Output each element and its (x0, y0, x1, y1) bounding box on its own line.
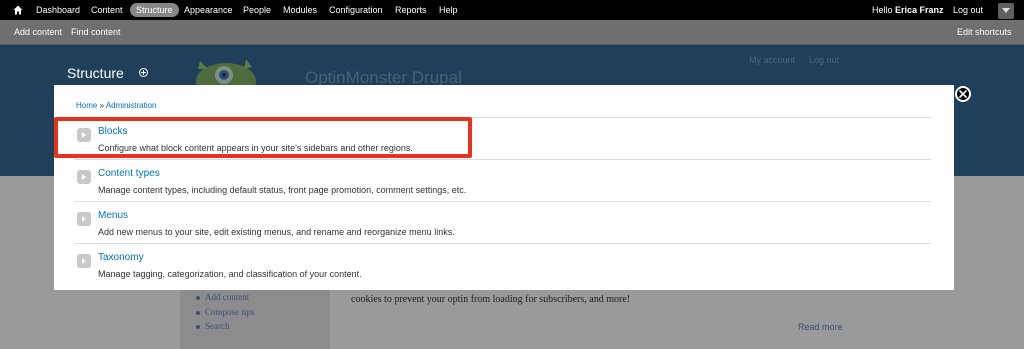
article-text: cookies to prevent your optin from loadi… (351, 294, 631, 305)
shortcut-add-content[interactable]: Add content (14, 20, 62, 45)
list-item-menus: Menus Add new menus to your site, edit e… (74, 201, 931, 243)
item-description: Manage tagging, categorization, and clas… (98, 269, 362, 279)
chevron-down-icon (1002, 8, 1010, 13)
toolbar-item-reports[interactable]: Reports (395, 0, 427, 20)
greeting-prefix: Hello (872, 5, 893, 15)
bullet (196, 296, 200, 300)
arrow-right-icon (77, 170, 91, 184)
toolbar-item-people[interactable]: People (243, 0, 271, 20)
breadcrumb-administration[interactable]: Administration (106, 101, 157, 110)
site-logout-link[interactable]: Log out (809, 55, 839, 65)
bullet (196, 325, 200, 329)
shortcuts-drawer-toggle[interactable] (998, 3, 1014, 19)
read-more-link[interactable]: Read more (798, 322, 843, 332)
list-item-taxonomy: Taxonomy Manage tagging, categorization,… (74, 243, 931, 285)
arrow-right-icon (77, 212, 91, 226)
list-item-content-types: Content types Manage content types, incl… (74, 159, 931, 201)
sidebar-link-search[interactable]: Search (205, 321, 230, 331)
sidebar-link-add-content[interactable]: Add content (205, 292, 249, 302)
admin-toolbar: Dashboard Content Structure Appearance P… (0, 0, 1024, 20)
toolbar-item-help[interactable]: Help (439, 0, 458, 20)
toolbar-item-modules[interactable]: Modules (283, 0, 317, 20)
user-name-link[interactable]: Erica Franz (895, 5, 944, 15)
logout-link[interactable]: Log out (953, 0, 983, 20)
edit-shortcuts-link[interactable]: Edit shortcuts (957, 20, 1012, 45)
arrow-right-icon (77, 254, 91, 268)
shortcuts-bar: Add content Find content Edit shortcuts (0, 20, 1024, 45)
item-description: Add new menus to your site, edit existin… (98, 227, 455, 237)
shortcut-find-content[interactable]: Find content (71, 20, 121, 45)
site-logo (196, 59, 256, 89)
structure-overlay: Home » Administration Blocks Configure w… (54, 85, 954, 290)
taxonomy-link[interactable]: Taxonomy (98, 252, 144, 263)
toolbar-item-content[interactable]: Content (91, 0, 123, 20)
breadcrumb-home[interactable]: Home (76, 101, 97, 110)
sidebar-link-compose-tips[interactable]: Compose tips (205, 307, 254, 317)
item-description: Manage content types, including default … (98, 185, 467, 195)
user-greeting: Hello Erica Franz (872, 0, 944, 20)
toolbar-item-configuration[interactable]: Configuration (329, 0, 383, 20)
menus-link[interactable]: Menus (98, 210, 128, 221)
bullet (196, 311, 200, 315)
breadcrumb-separator: » (99, 101, 105, 110)
add-shortcut-icon[interactable] (139, 68, 148, 77)
overlay-close-button[interactable] (955, 86, 971, 102)
toolbar-item-appearance[interactable]: Appearance (184, 0, 233, 20)
my-account-link[interactable]: My account (749, 55, 795, 65)
highlight-box (54, 117, 472, 158)
toolbar-item-structure[interactable]: Structure (130, 3, 179, 17)
content-types-link[interactable]: Content types (98, 168, 160, 179)
toolbar-item-dashboard[interactable]: Dashboard (36, 0, 80, 20)
close-icon (959, 90, 967, 98)
sidebar (180, 290, 330, 349)
home-icon[interactable] (13, 5, 23, 15)
breadcrumb: Home » Administration (76, 101, 157, 110)
page-title: Structure (67, 65, 124, 81)
